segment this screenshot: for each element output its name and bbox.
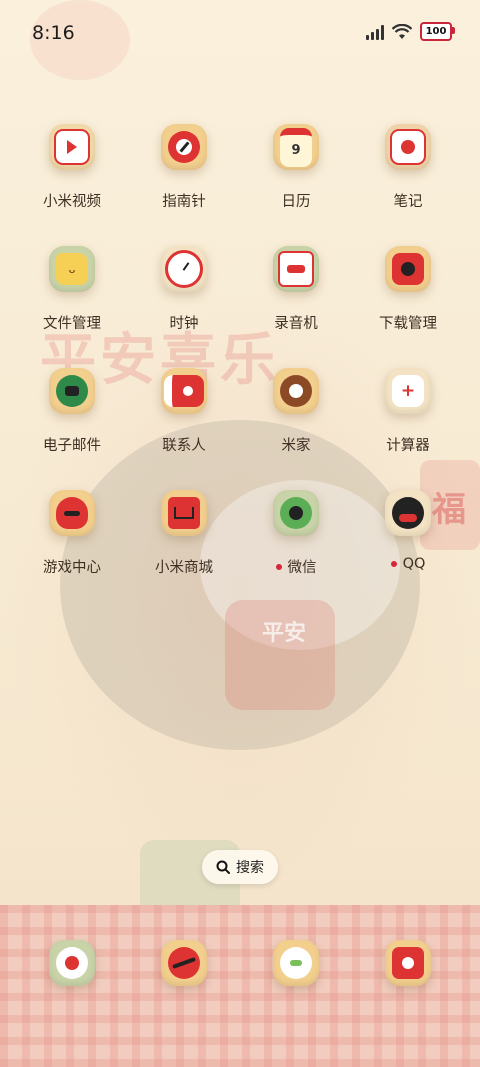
mijia-icon bbox=[280, 375, 312, 407]
wifi-icon bbox=[392, 23, 412, 39]
app-label: 电子邮件 bbox=[43, 438, 101, 454]
wechat-icon bbox=[280, 497, 312, 529]
app-qq[interactable]: QQ bbox=[352, 490, 464, 600]
app-download-manager[interactable]: 下载管理 bbox=[352, 246, 464, 356]
battery-icon: 100 bbox=[420, 22, 455, 41]
app-label: 录音机 bbox=[274, 316, 318, 332]
app-calculator[interactable]: + 计算器 bbox=[352, 368, 464, 478]
app-mi-video[interactable]: 小米视频 bbox=[16, 124, 128, 234]
download-icon bbox=[392, 253, 424, 285]
browser-icon bbox=[168, 947, 200, 979]
clock-icon bbox=[165, 250, 203, 288]
app-label: 小米商城 bbox=[155, 560, 213, 576]
search-button[interactable]: 搜索 bbox=[202, 850, 278, 884]
app-label: 下载管理 bbox=[379, 316, 437, 332]
app-game-center[interactable]: 游戏中心 bbox=[16, 490, 128, 600]
wallpaper-bib-text: 平安 bbox=[262, 621, 307, 646]
signal-icon bbox=[366, 24, 384, 40]
compass-icon bbox=[168, 131, 200, 163]
app-label: 日历 bbox=[281, 194, 311, 210]
notification-dot bbox=[390, 561, 397, 567]
dock-browser[interactable] bbox=[128, 940, 240, 996]
calculator-icon: + bbox=[392, 375, 424, 407]
calendar-icon: 9 bbox=[280, 127, 312, 167]
mi-store-icon bbox=[168, 497, 200, 529]
app-label: QQ bbox=[402, 556, 426, 572]
app-email[interactable]: 电子邮件 bbox=[16, 368, 128, 478]
app-label: 时钟 bbox=[169, 316, 199, 332]
app-label: 微信 bbox=[287, 560, 317, 576]
recorder-icon bbox=[278, 251, 314, 287]
app-mi-store[interactable]: 小米商城 bbox=[128, 490, 240, 600]
app-calendar[interactable]: 9 日历 bbox=[240, 124, 352, 234]
app-clock[interactable]: 时钟 bbox=[128, 246, 240, 356]
phone-icon bbox=[56, 947, 88, 979]
qq-icon bbox=[392, 497, 424, 529]
app-file-manager[interactable]: ᴗ 文件管理 bbox=[16, 246, 128, 356]
search-label: 搜索 bbox=[236, 860, 264, 876]
folder-icon: ᴗ bbox=[56, 253, 88, 285]
game-center-icon bbox=[56, 497, 88, 529]
app-label: 游戏中心 bbox=[43, 560, 101, 576]
notification-dot bbox=[275, 563, 282, 570]
app-mijia[interactable]: 米家 bbox=[240, 368, 352, 478]
notes-icon bbox=[390, 129, 426, 165]
status-time: 8:16 bbox=[32, 22, 75, 44]
app-label: 联系人 bbox=[162, 438, 206, 454]
contacts-icon bbox=[164, 375, 204, 407]
app-label: 米家 bbox=[281, 438, 311, 454]
dock-messages[interactable] bbox=[240, 940, 352, 996]
app-label: 计算器 bbox=[386, 438, 430, 454]
app-compass[interactable]: 指南针 bbox=[128, 124, 240, 234]
app-recorder[interactable]: 录音机 bbox=[240, 246, 352, 356]
dock-camera[interactable] bbox=[352, 940, 464, 996]
messages-icon bbox=[280, 947, 312, 979]
video-icon bbox=[54, 129, 90, 165]
app-label: 文件管理 bbox=[43, 316, 101, 332]
app-contacts[interactable]: 联系人 bbox=[128, 368, 240, 478]
app-wechat[interactable]: 微信 bbox=[240, 490, 352, 600]
battery-level: 100 bbox=[425, 26, 447, 37]
calendar-day: 9 bbox=[291, 143, 301, 158]
dock-phone[interactable] bbox=[16, 940, 128, 996]
app-notes[interactable]: 笔记 bbox=[352, 124, 464, 234]
app-label: 笔记 bbox=[393, 194, 423, 210]
camera-icon bbox=[392, 947, 424, 979]
dock bbox=[0, 940, 480, 996]
email-icon bbox=[56, 375, 88, 407]
search-icon bbox=[216, 860, 230, 874]
status-bar: 8:16 100 bbox=[0, 0, 480, 68]
app-label: 小米视频 bbox=[43, 194, 101, 210]
app-label: 指南针 bbox=[162, 194, 206, 210]
